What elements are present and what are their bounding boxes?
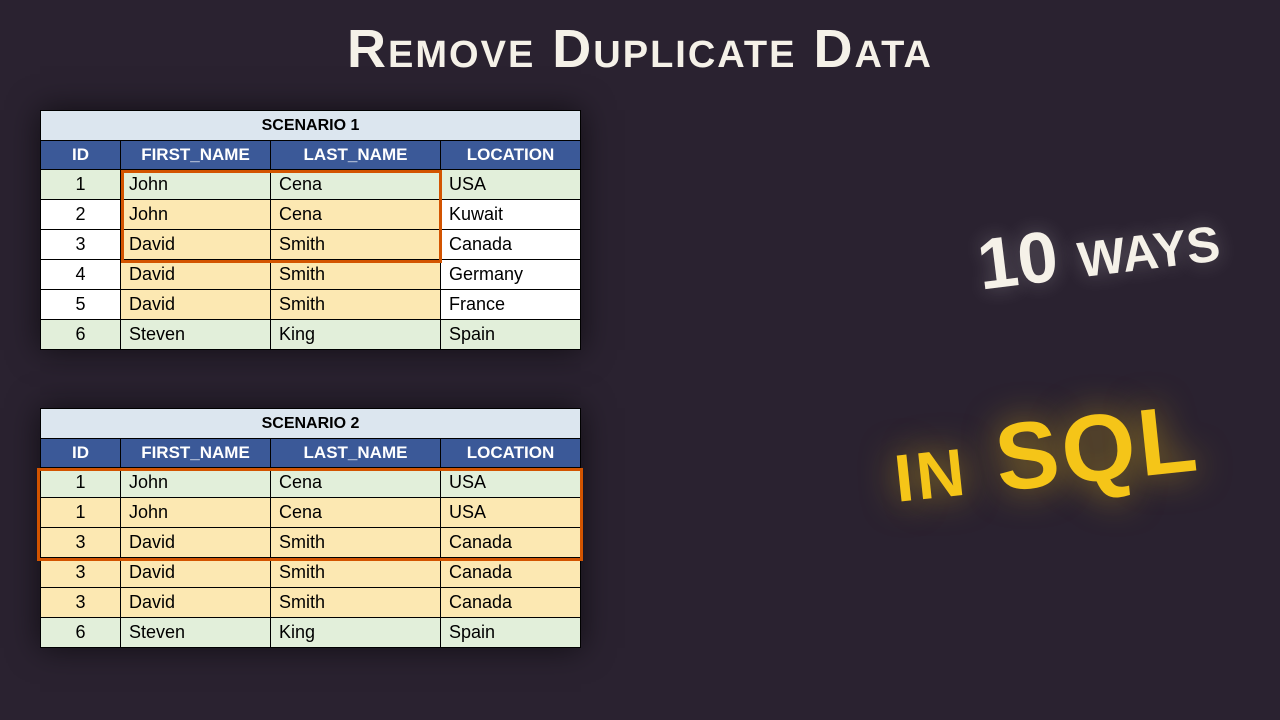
- col-id: ID: [41, 141, 121, 170]
- table-header-row: ID FIRST_NAME LAST_NAME LOCATION: [41, 439, 581, 468]
- table-row: 3 David Smith Canada: [41, 528, 581, 558]
- table-row: 3 David Smith Canada: [41, 230, 581, 260]
- table-row: 3 David Smith Canada: [41, 588, 581, 618]
- scenario-2-table: SCENARIO 2 ID FIRST_NAME LAST_NAME LOCAT…: [40, 408, 581, 648]
- col-lastname: LAST_NAME: [271, 439, 441, 468]
- callout-in-sql: in SQL: [888, 384, 1204, 524]
- col-location: LOCATION: [441, 439, 581, 468]
- table-row: 1 John Cena USA: [41, 498, 581, 528]
- table-header-row: ID FIRST_NAME LAST_NAME LOCATION: [41, 141, 581, 170]
- table-row: 6 Steven King Spain: [41, 320, 581, 350]
- col-id: ID: [41, 439, 121, 468]
- col-firstname: FIRST_NAME: [121, 141, 271, 170]
- table-row: 5 David Smith France: [41, 290, 581, 320]
- scenario-1-table: SCENARIO 1 ID FIRST_NAME LAST_NAME LOCAT…: [40, 110, 581, 350]
- scenario-2-label: SCENARIO 2: [41, 409, 581, 439]
- table-row: 4 David Smith Germany: [41, 260, 581, 290]
- scenario-1-label: SCENARIO 1: [41, 111, 581, 141]
- page-title: Remove Duplicate Data: [0, 0, 1280, 80]
- table-row: 3 David Smith Canada: [41, 558, 581, 588]
- col-firstname: FIRST_NAME: [121, 439, 271, 468]
- table-row: 1 John Cena USA: [41, 170, 581, 200]
- callout-ten-ways: 10 ways: [973, 196, 1224, 307]
- table-row: 1 John Cena USA: [41, 468, 581, 498]
- col-location: LOCATION: [441, 141, 581, 170]
- table-row: 2 John Cena Kuwait: [41, 200, 581, 230]
- col-lastname: LAST_NAME: [271, 141, 441, 170]
- table-row: 6 Steven King Spain: [41, 618, 581, 648]
